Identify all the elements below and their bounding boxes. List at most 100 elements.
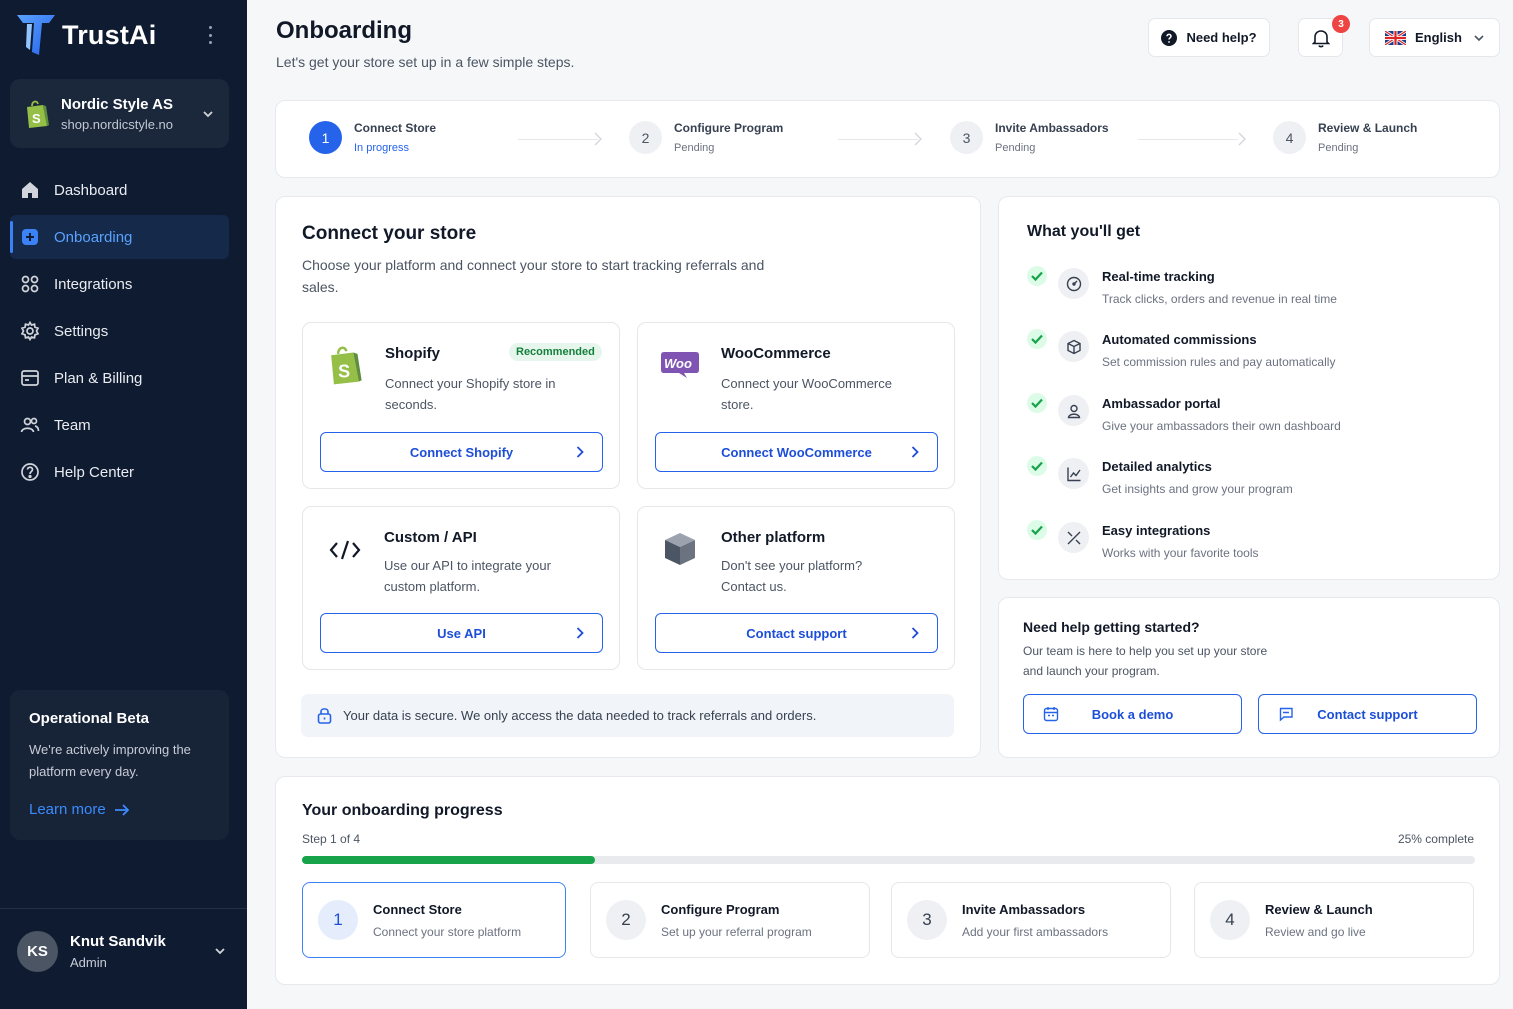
book-demo-button[interactable]: Book a demo <box>1023 694 1242 734</box>
cube-icon <box>1058 331 1089 362</box>
step-number: 4 <box>1273 121 1306 154</box>
platform-name: Shopify <box>385 345 440 362</box>
stepper-step-1[interactable]: 1 Connect Store In progress <box>309 121 436 154</box>
step-status: Pending <box>674 142 715 154</box>
plug-icon <box>1058 522 1089 553</box>
benefit-desc: Works with your favorite tools <box>1102 546 1259 560</box>
brand-name: TrustAi <box>62 19 157 50</box>
beta-title: Operational Beta <box>29 710 150 727</box>
notifications-button[interactable]: 3 <box>1298 15 1350 57</box>
check-circle-icon <box>1027 393 1047 413</box>
step-connector <box>838 139 918 140</box>
benefit-desc: Set commission rules and pay automatical… <box>1102 355 1336 369</box>
page-subtitle: Let's get your store set up in a few sim… <box>276 54 575 70</box>
progress-step-1[interactable]: 1 Connect Store Connect your store platfo… <box>302 882 566 958</box>
onboarding-stepper: 1 Connect Store In progress 2 Configure … <box>275 100 1500 178</box>
security-text: Your data is secure. We only access the … <box>343 708 817 723</box>
stepper-step-2[interactable]: 2 Configure Program Pending <box>629 121 783 154</box>
progress-bar <box>302 856 1475 864</box>
box-icon <box>665 533 695 565</box>
platform-card-custom-api: Custom / API Use our API to integrate yo… <box>302 506 620 670</box>
help-text: Our team is here to help you set up your… <box>1023 644 1268 678</box>
sidebar-item-team[interactable]: Team <box>10 403 229 447</box>
users-icon <box>20 417 40 433</box>
data-security-note: Your data is secure. We only access the … <box>301 694 954 737</box>
sidebar-item-label: Plan & Billing <box>54 369 143 387</box>
sidebar-item-plan-billing[interactable]: Plan & Billing <box>10 356 229 400</box>
connect-woocommerce-button[interactable]: Connect WooCommerce <box>655 432 938 472</box>
language-selector[interactable]: English <box>1369 18 1500 57</box>
onboarding-progress-panel: Your onboarding progress Step 1 of 4 25%… <box>275 776 1500 985</box>
uk-flag-icon <box>1385 30 1406 45</box>
sidebar-item-integrations[interactable]: Integrations <box>10 262 229 306</box>
stepper-step-3[interactable]: 3 Invite Ambassadors Pending <box>950 121 1109 154</box>
benefit-title: Ambassador portal <box>1102 396 1221 411</box>
button-label: Contact support <box>746 625 847 641</box>
platform-desc: Don't see your platform? Contact us. <box>721 558 863 594</box>
progress-title: Your onboarding progress <box>302 802 503 819</box>
chevron-right-icon <box>911 627 919 639</box>
store-name: Nordic Style AS <box>61 95 173 113</box>
button-label: Connect Shopify <box>409 444 514 460</box>
use-api-button[interactable]: Use API <box>320 613 603 653</box>
progress-step-4[interactable]: 4 Review & Launch Review and go live <box>1194 882 1474 958</box>
progress-percent-text: 25% complete <box>1397 832 1474 846</box>
help-title: Need help getting started? <box>1023 619 1200 635</box>
user-menu[interactable]: KS Knut Sandvik Admin <box>17 927 227 975</box>
benefit-desc: Track clicks, orders and revenue in real… <box>1102 292 1337 306</box>
platform-name: WooCommerce <box>721 345 831 362</box>
sidebar-item-label: Help Center <box>54 463 135 481</box>
progress-step-text: Step 1 of 4 <box>302 832 361 846</box>
chevron-right-icon <box>576 446 584 458</box>
platform-desc: Use our API to integrate your custom pla… <box>384 558 551 594</box>
progress-step-3[interactable]: 3 Invite Ambassadors Add your first ambas… <box>891 882 1171 958</box>
sidebar-item-dashboard[interactable]: Dashboard <box>10 168 229 212</box>
sidebar: TrustAi S Nordic Style AS shop.nordicsty… <box>0 0 247 1009</box>
step-title: Configure Program <box>661 901 780 917</box>
progress-bar-fill <box>302 856 596 864</box>
user-role: Admin <box>70 954 107 970</box>
contact-support-button[interactable]: Contact support <box>655 613 938 653</box>
language-label: English <box>1415 30 1462 45</box>
chevron-right-icon <box>914 132 922 146</box>
brand-logo[interactable]: TrustAi <box>16 14 156 56</box>
help-panel: Need help getting started? Our team is h… <box>998 597 1500 758</box>
learn-more-label: Learn more <box>29 801 106 818</box>
step-name: Configure Program <box>674 121 784 135</box>
code-icon <box>329 540 361 560</box>
more-menu-icon[interactable] <box>200 24 220 46</box>
gauge-icon <box>1058 268 1089 299</box>
benefit-desc: Get insights and grow your program <box>1102 482 1293 496</box>
svg-text:S: S <box>338 361 350 381</box>
home-icon <box>22 182 38 198</box>
progress-step-2[interactable]: 2 Configure Program Set up your referral … <box>590 882 870 958</box>
step-number: 2 <box>629 121 662 154</box>
avatar: KS <box>17 930 58 972</box>
sidebar-item-help-center[interactable]: Help Center <box>10 450 229 494</box>
step-number: 1 <box>309 121 342 154</box>
store-switcher[interactable]: S Nordic Style AS shop.nordicstyle.no <box>10 79 229 148</box>
button-label: Book a demo <box>1091 706 1174 722</box>
check-circle-icon <box>1027 520 1047 540</box>
connect-shopify-button[interactable]: Connect Shopify <box>320 432 603 472</box>
learn-more-link[interactable]: Learn more <box>29 801 210 818</box>
plus-square-icon <box>22 229 38 245</box>
sidebar-item-settings[interactable]: Settings <box>10 309 229 353</box>
step-desc: Review and go live <box>1265 924 1366 939</box>
step-number: 4 <box>1210 900 1250 940</box>
step-desc: Add your first ambassadors <box>962 924 1109 939</box>
sidebar-item-onboarding[interactable]: Onboarding <box>10 215 229 259</box>
stepper-step-4[interactable]: 4 Review & Launch Pending <box>1273 121 1417 154</box>
platform-card-woocommerce: Woo WooCommerce Connect your WooCommerce… <box>637 322 955 489</box>
contact-support-button[interactable]: Contact support <box>1258 694 1477 734</box>
chevron-down-icon <box>203 110 213 117</box>
step-number: 3 <box>907 900 947 940</box>
need-help-button[interactable]: Need help? <box>1148 18 1270 57</box>
step-title: Invite Ambassadors <box>962 901 1086 917</box>
sidebar-nav: Dashboard Onboarding Integrations Settin… <box>10 168 229 497</box>
woocommerce-icon: Woo <box>661 352 699 378</box>
sidebar-item-label: Integrations <box>54 275 133 293</box>
connect-title: Connect your store <box>302 223 477 244</box>
sidebar-divider <box>0 908 247 909</box>
step-status: In progress <box>354 142 410 154</box>
